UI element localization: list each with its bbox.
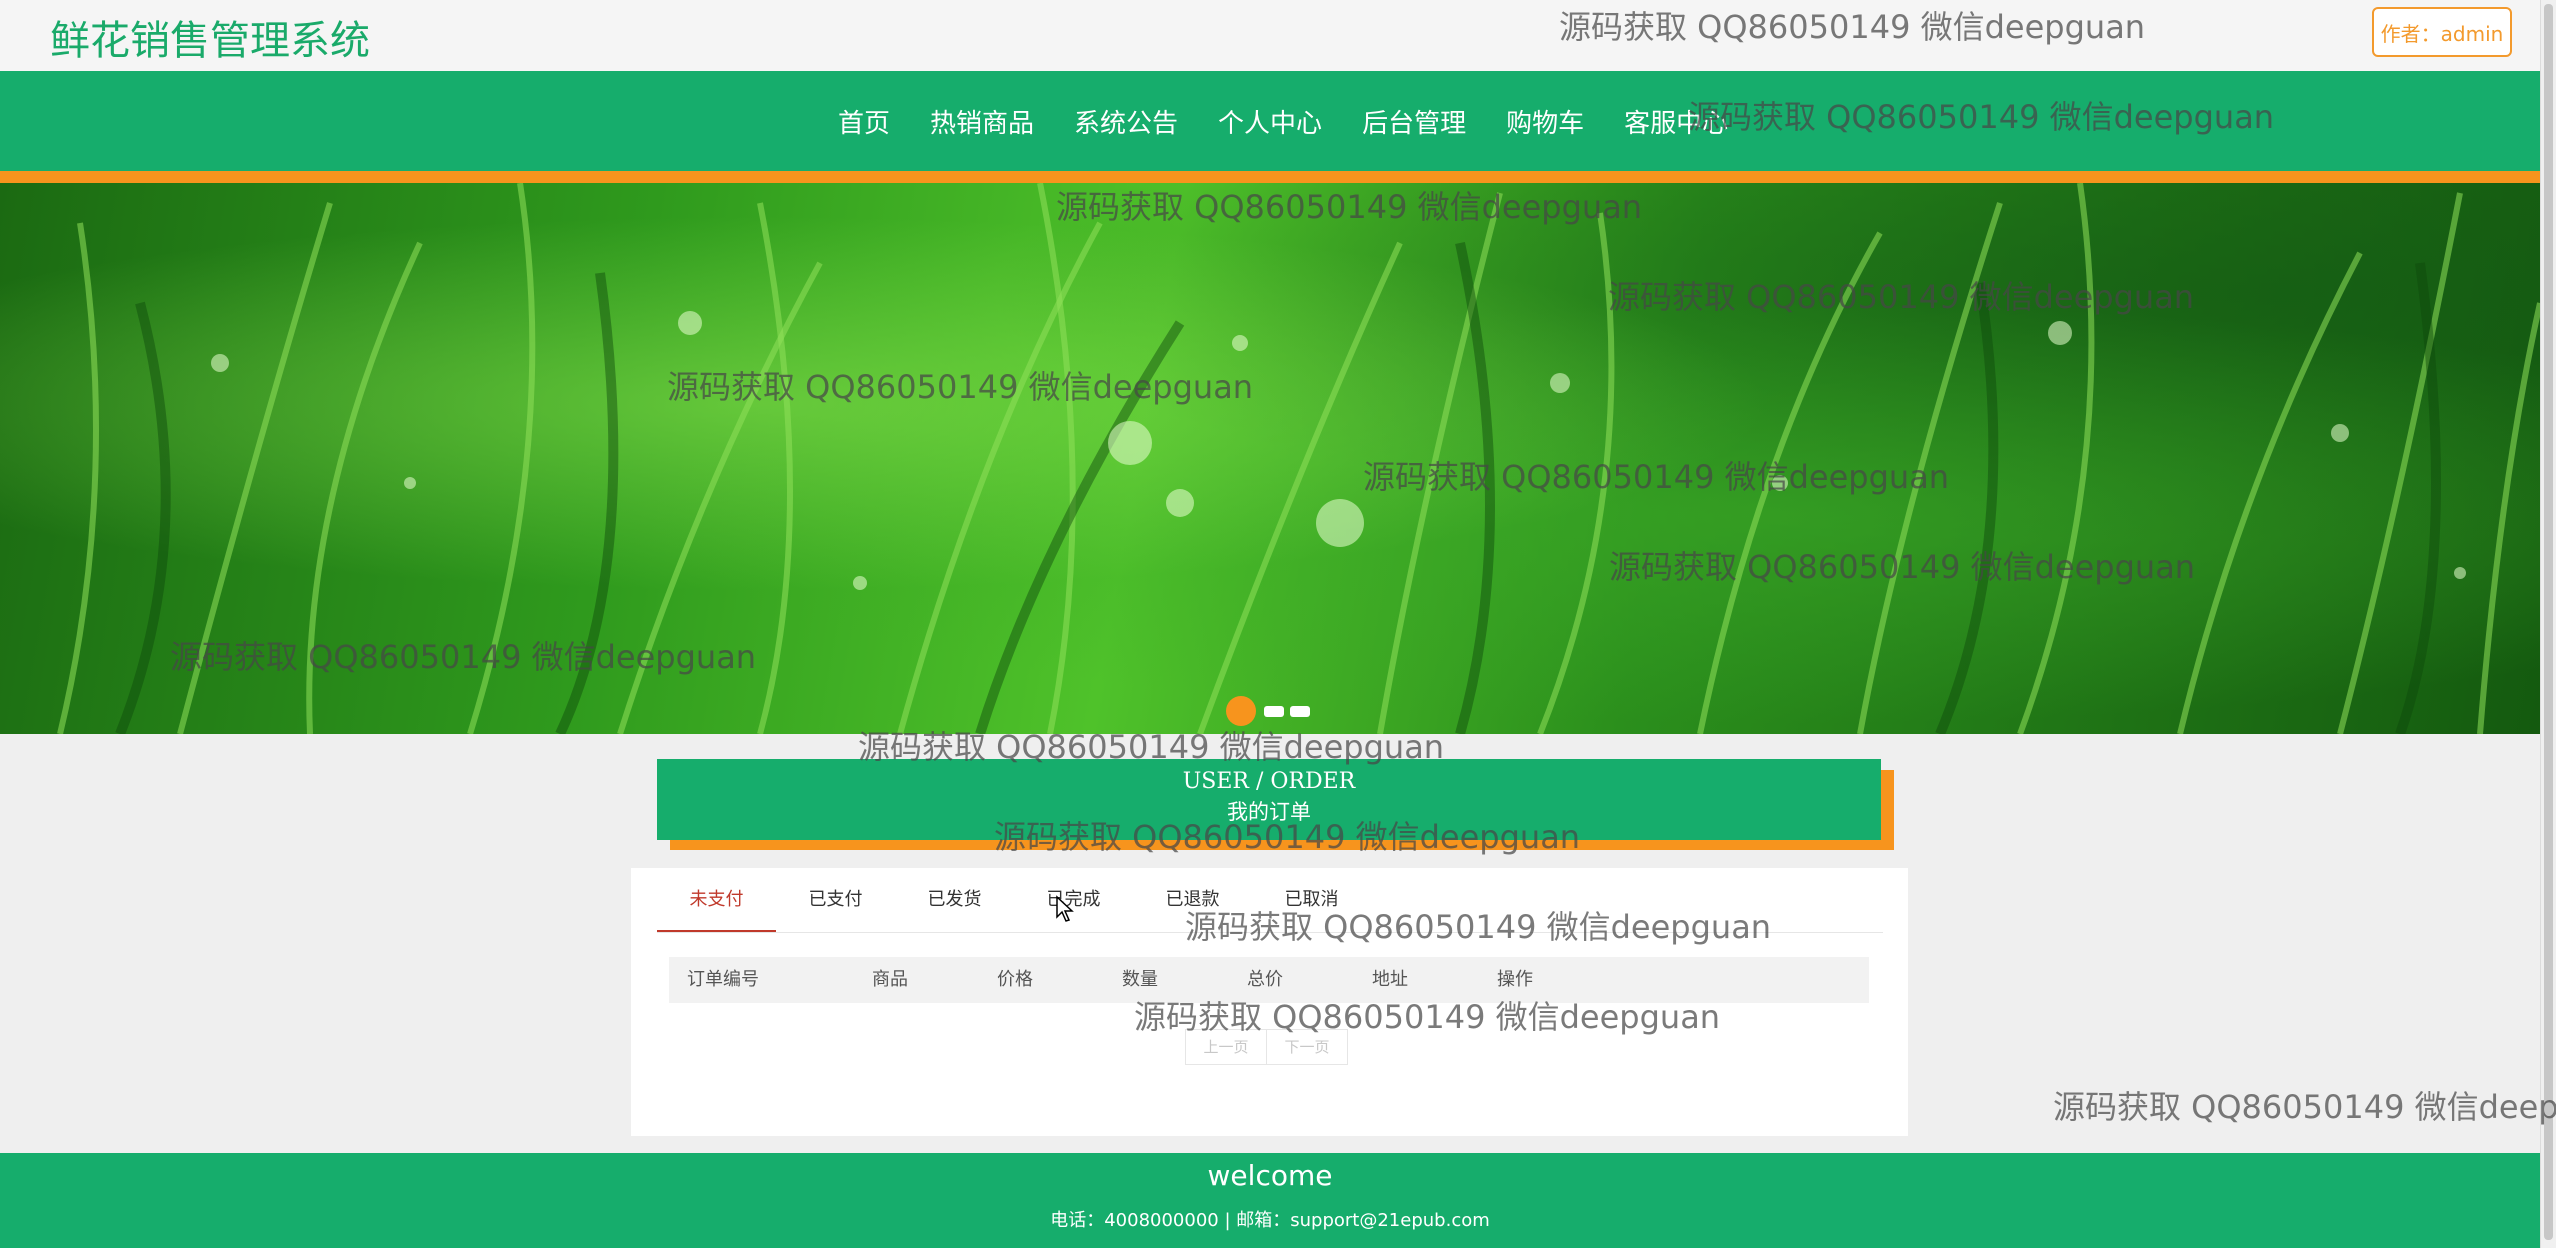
nav-item-announcements[interactable]: 系统公告 <box>1074 103 1178 140</box>
banner-carousel[interactable] <box>0 183 2540 734</box>
column-address: 地址 <box>1372 969 1408 990</box>
order-section-header: USER / ORDER 我的订单 <box>657 759 1881 840</box>
footer-welcome: welcome <box>1207 1159 1333 1192</box>
column-total: 总价 <box>1247 969 1283 990</box>
vertical-scrollbar[interactable] <box>2540 0 2556 1248</box>
nav-item-cart[interactable]: 购物车 <box>1506 103 1584 140</box>
nav-item-personal-center[interactable]: 个人中心 <box>1218 103 1322 140</box>
pagination: 上一页 下一页 <box>1185 1029 1348 1065</box>
site-title[interactable]: 鲜花销售管理系统 <box>50 8 370 66</box>
nav-item-home[interactable]: 首页 <box>838 103 890 140</box>
tab-cancelled[interactable]: 已取消 <box>1252 868 1371 932</box>
carousel-dot-active[interactable] <box>1226 696 1256 726</box>
author-button[interactable]: 作者：admin <box>2372 7 2512 57</box>
order-panel: 未支付 已支付 已发货 已完成 已退款 已取消 订单编号 商品 价格 数量 总价… <box>631 868 1908 1136</box>
scrollbar-thumb[interactable] <box>2544 4 2553 1240</box>
footer-contact: 电话：4008000000 | 邮箱：support@21epub.com <box>1050 1210 1490 1231</box>
column-quantity: 数量 <box>1122 969 1158 990</box>
grass-image <box>57 183 2540 734</box>
prev-page-button[interactable]: 上一页 <box>1185 1029 1267 1065</box>
order-status-tabs: 未支付 已支付 已发货 已完成 已退款 已取消 <box>657 868 1883 933</box>
nav-item-admin[interactable]: 后台管理 <box>1362 103 1466 140</box>
nav-menu: 首页 热销商品 系统公告 个人中心 后台管理 购物车 客服中心 <box>818 71 1748 171</box>
nav-item-hot-products[interactable]: 热销商品 <box>930 103 1034 140</box>
tab-unpaid[interactable]: 未支付 <box>657 868 776 932</box>
tab-paid[interactable]: 已支付 <box>776 868 895 932</box>
order-title-cn: 我的订单 <box>1227 800 1311 824</box>
column-order-number: 订单编号 <box>687 969 759 990</box>
nav-accent-stripe <box>0 171 2540 183</box>
column-actions: 操作 <box>1497 969 1533 990</box>
top-bar: 鲜花销售管理系统 作者：admin <box>0 0 2540 71</box>
watermark: 源码获取 QQ86050149 微信deepguan <box>2053 1088 2556 1126</box>
carousel-dot[interactable] <box>1264 705 1284 717</box>
main-navbar: 首页 热销商品 系统公告 个人中心 后台管理 购物车 客服中心 <box>0 71 2540 171</box>
tab-refunded[interactable]: 已退款 <box>1133 868 1252 932</box>
carousel-dot[interactable] <box>1290 705 1310 717</box>
next-page-button[interactable]: 下一页 <box>1267 1029 1348 1065</box>
carousel-indicators <box>1226 696 1316 726</box>
column-product: 商品 <box>872 969 908 990</box>
footer: welcome 电话：4008000000 | 邮箱：support@21epu… <box>0 1153 2540 1248</box>
mouse-cursor-icon <box>1056 895 1074 922</box>
order-table-header: 订单编号 商品 价格 数量 总价 地址 操作 <box>669 957 1869 1003</box>
column-price: 价格 <box>997 969 1033 990</box>
nav-item-customer-service[interactable]: 客服中心 <box>1624 103 1728 140</box>
tab-shipped[interactable]: 已发货 <box>895 868 1014 932</box>
order-title-en: USER / ORDER <box>1182 769 1356 794</box>
